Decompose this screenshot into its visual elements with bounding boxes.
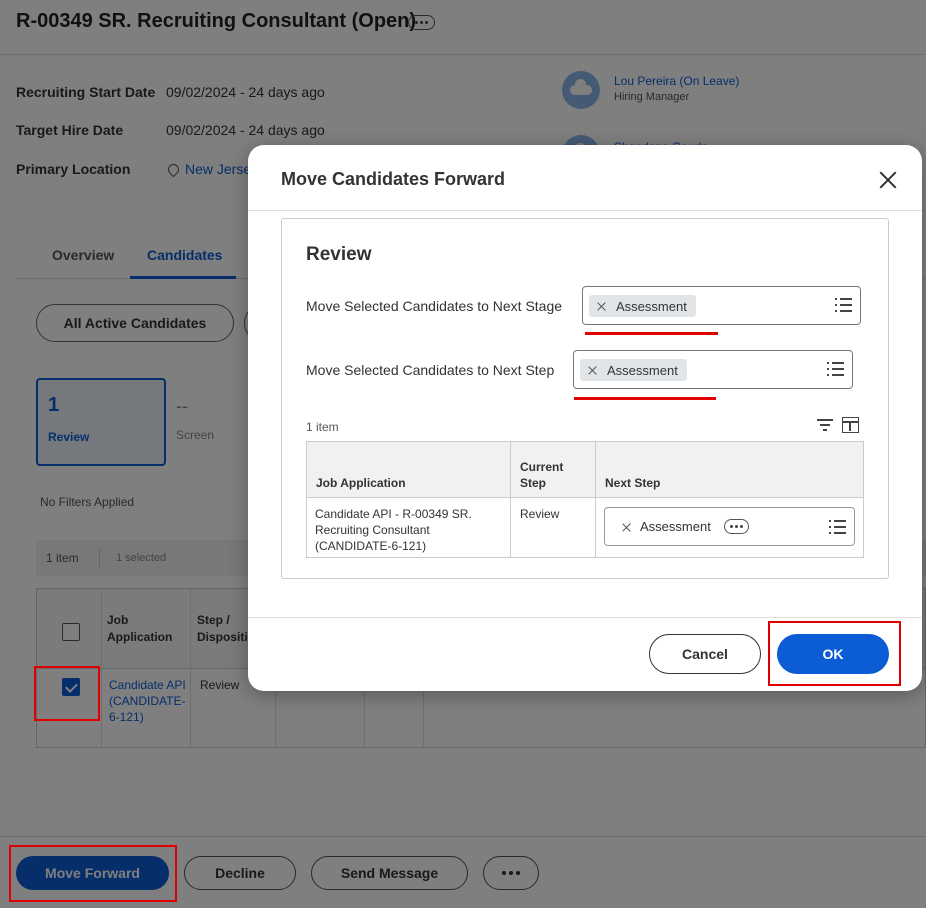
list-icon[interactable] [827,362,844,376]
column-divider [595,442,596,557]
list-icon[interactable] [829,520,846,534]
next-stage-label: Move Selected Candidates to Next Stage [306,298,563,314]
review-panel: Review Move Selected Candidates to Next … [281,218,889,579]
selected-stage-chip: Assessment [589,295,696,317]
next-stage-field[interactable]: Assessment [582,286,861,325]
dialog-title: Move Candidates Forward [281,169,506,189]
row-job-application: Candidate API - R-00349 SR. Recruiting C… [315,507,472,553]
remove-icon[interactable] [622,523,631,532]
chip-label: Assessment [616,298,687,314]
row-current-step: Review [520,507,560,521]
more-options-icon[interactable] [724,519,749,534]
remove-icon[interactable] [597,302,606,311]
highlight-underline [585,332,718,335]
cancel-button[interactable]: Cancel [649,634,761,674]
column-divider [510,442,511,557]
divider [248,210,922,211]
highlight-underline [574,397,716,400]
chip-label: Assessment [607,362,678,378]
next-step-field[interactable]: Assessment [573,350,853,389]
section-heading: Review [306,244,372,265]
row-next-step-value: Assessment [640,519,711,534]
item-count: 1 item [306,420,339,434]
column-header-job-application: Job Application [316,476,406,490]
remove-icon[interactable] [588,366,597,375]
selected-step-chip: Assessment [580,359,687,381]
highlight-ok-button [768,621,901,686]
column-header-current-step: Current Step [520,460,564,490]
divider [248,617,922,618]
filter-icon[interactable] [817,418,833,432]
row-next-step-field[interactable]: Assessment [604,507,855,546]
next-step-label: Move Selected Candidates to Next Step [306,362,555,378]
highlight-checkbox [34,666,100,721]
highlight-move-forward [9,845,177,902]
list-icon[interactable] [835,298,852,312]
column-header-next-step: Next Step [605,476,661,490]
columns-icon[interactable] [842,417,859,433]
close-icon[interactable] [876,168,900,192]
move-candidates-dialog: Move Candidates Forward Review Move Sele… [248,145,922,691]
candidates-grid: Job Application Current Step Next Step C… [306,441,864,558]
